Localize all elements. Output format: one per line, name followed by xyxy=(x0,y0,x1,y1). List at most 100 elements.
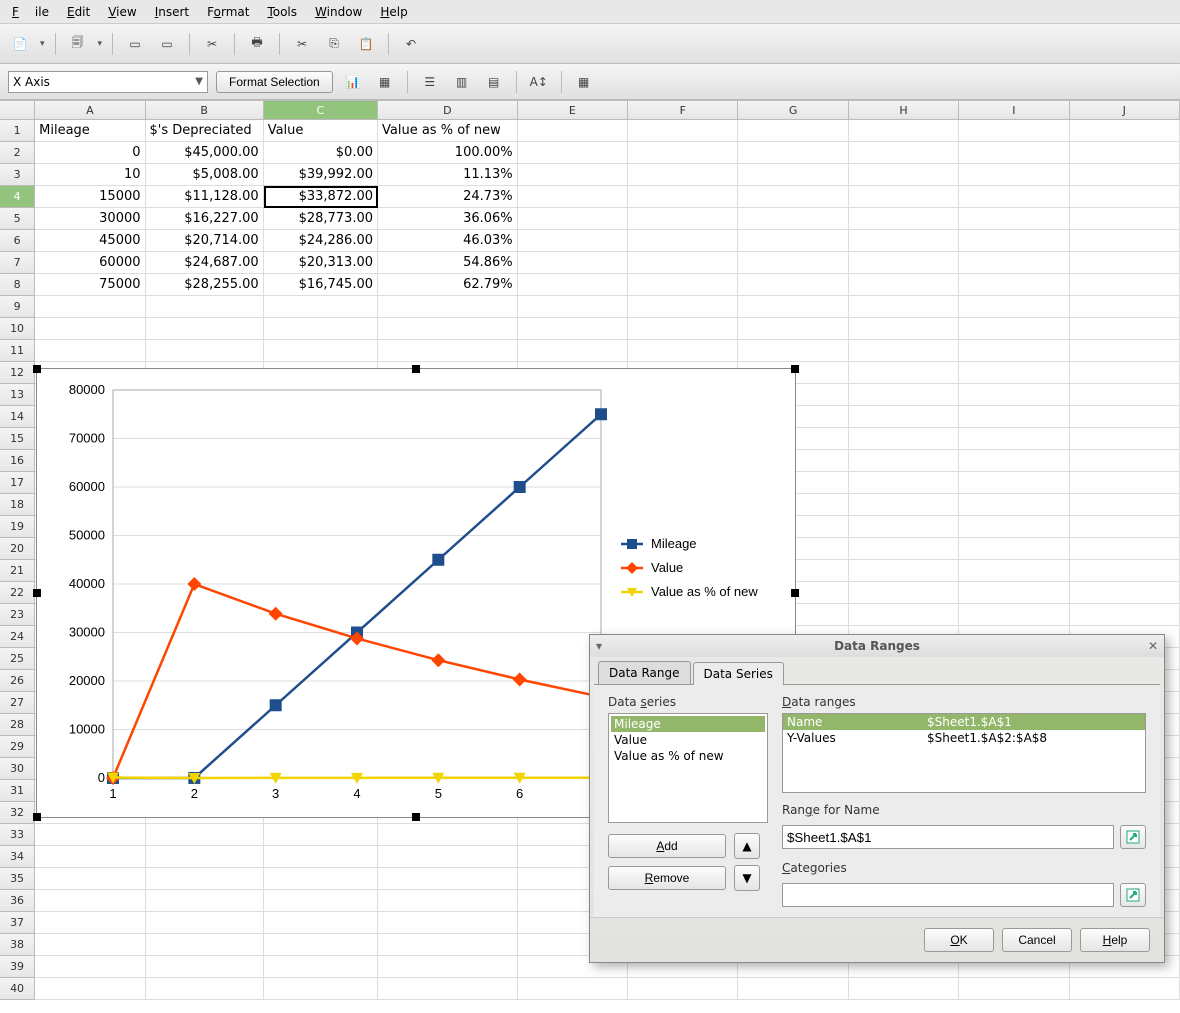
cell[interactable] xyxy=(146,846,264,868)
shrink-categories-icon[interactable] xyxy=(1120,883,1146,907)
row-header[interactable]: 36 xyxy=(0,890,35,912)
cell[interactable] xyxy=(518,164,628,186)
cell[interactable] xyxy=(849,384,959,406)
cell[interactable] xyxy=(378,824,518,846)
cell[interactable] xyxy=(849,428,959,450)
cell[interactable] xyxy=(264,934,378,956)
cell[interactable] xyxy=(1070,252,1180,274)
cell[interactable] xyxy=(35,846,145,868)
column-header-G[interactable]: G xyxy=(738,101,848,119)
cell[interactable] xyxy=(35,890,145,912)
row-header[interactable]: 26 xyxy=(0,670,35,692)
cell[interactable] xyxy=(146,978,264,1000)
column-header-A[interactable]: A xyxy=(35,101,145,119)
undo-icon[interactable]: ↶ xyxy=(399,32,423,56)
row-header[interactable]: 4 xyxy=(0,186,35,208)
cell[interactable] xyxy=(35,956,145,978)
cell[interactable] xyxy=(264,868,378,890)
row-header[interactable]: 23 xyxy=(0,604,35,626)
chart-wizard-icon[interactable]: 📊 xyxy=(341,70,365,94)
cell[interactable] xyxy=(518,208,628,230)
cell[interactable] xyxy=(628,142,738,164)
cell[interactable] xyxy=(959,186,1069,208)
row-header[interactable]: 19 xyxy=(0,516,35,538)
cell[interactable] xyxy=(959,384,1069,406)
cell[interactable] xyxy=(849,296,959,318)
cell[interactable] xyxy=(849,362,959,384)
cell[interactable] xyxy=(959,164,1069,186)
cell[interactable]: 54.86% xyxy=(378,252,518,274)
cell[interactable] xyxy=(146,934,264,956)
cell[interactable] xyxy=(264,296,378,318)
cell[interactable] xyxy=(849,252,959,274)
cell[interactable] xyxy=(1070,494,1180,516)
tab-data-range[interactable]: Data Range xyxy=(598,661,691,684)
cell[interactable] xyxy=(1070,516,1180,538)
cell[interactable] xyxy=(378,296,518,318)
cell[interactable] xyxy=(628,274,738,296)
cell[interactable] xyxy=(518,186,628,208)
cell[interactable] xyxy=(738,274,848,296)
cell[interactable] xyxy=(959,362,1069,384)
cell[interactable] xyxy=(378,956,518,978)
cell[interactable]: $39,992.00 xyxy=(264,164,378,186)
cell[interactable]: Value as % of new xyxy=(378,120,518,142)
cell[interactable] xyxy=(264,912,378,934)
cell[interactable] xyxy=(1070,318,1180,340)
cell[interactable] xyxy=(628,252,738,274)
cell[interactable] xyxy=(1070,450,1180,472)
cell[interactable] xyxy=(1070,582,1180,604)
row-header[interactable]: 11 xyxy=(0,340,35,362)
cell[interactable] xyxy=(378,318,518,340)
cell[interactable]: 60000 xyxy=(35,252,145,274)
row-header[interactable]: 6 xyxy=(0,230,35,252)
cell[interactable] xyxy=(1070,560,1180,582)
cell[interactable]: $5,008.00 xyxy=(146,164,264,186)
row-header[interactable]: 14 xyxy=(0,406,35,428)
format-selection-button[interactable]: Format Selection xyxy=(216,71,333,93)
scissors-icon[interactable]: ✂ xyxy=(200,32,224,56)
row-header[interactable]: 30 xyxy=(0,758,35,780)
cell[interactable]: Value xyxy=(264,120,378,142)
range-row[interactable]: Name$Sheet1.$A$1 xyxy=(783,714,1145,730)
data-ranges-icon[interactable]: ▦ xyxy=(572,70,596,94)
cell[interactable] xyxy=(849,186,959,208)
cell[interactable] xyxy=(849,274,959,296)
cell[interactable] xyxy=(1070,538,1180,560)
align-icon[interactable]: ▭ xyxy=(123,32,147,56)
cell[interactable]: Mileage xyxy=(35,120,145,142)
row-header[interactable]: 7 xyxy=(0,252,35,274)
column-header-H[interactable]: H xyxy=(849,101,959,119)
column-header-B[interactable]: B xyxy=(146,101,264,119)
cell[interactable] xyxy=(628,164,738,186)
cell[interactable]: $24,687.00 xyxy=(146,252,264,274)
row-header[interactable]: 28 xyxy=(0,714,35,736)
row-header[interactable]: 38 xyxy=(0,934,35,956)
move-down-button[interactable]: ▼ xyxy=(734,865,760,891)
row-header[interactable]: 8 xyxy=(0,274,35,296)
cell[interactable]: 36.06% xyxy=(378,208,518,230)
series-item[interactable]: Value as % of new xyxy=(611,748,765,764)
cell[interactable] xyxy=(849,516,959,538)
cell[interactable] xyxy=(264,956,378,978)
cell[interactable] xyxy=(959,978,1069,1000)
cell[interactable] xyxy=(959,406,1069,428)
row-header[interactable]: 32 xyxy=(0,802,35,824)
cell[interactable] xyxy=(378,978,518,1000)
cell[interactable] xyxy=(146,890,264,912)
cell[interactable] xyxy=(849,450,959,472)
cell[interactable] xyxy=(738,186,848,208)
cell[interactable] xyxy=(628,120,738,142)
cell[interactable] xyxy=(738,142,848,164)
cell[interactable] xyxy=(264,340,378,362)
row-header[interactable]: 24 xyxy=(0,626,35,648)
row-header[interactable]: 12 xyxy=(0,362,35,384)
cell[interactable] xyxy=(1070,406,1180,428)
add-button[interactable]: Add xyxy=(608,834,726,858)
cell[interactable] xyxy=(628,318,738,340)
font-icon[interactable]: A↕ xyxy=(527,70,551,94)
row-header[interactable]: 9 xyxy=(0,296,35,318)
cell[interactable] xyxy=(849,318,959,340)
cell[interactable] xyxy=(959,538,1069,560)
cell[interactable] xyxy=(959,582,1069,604)
